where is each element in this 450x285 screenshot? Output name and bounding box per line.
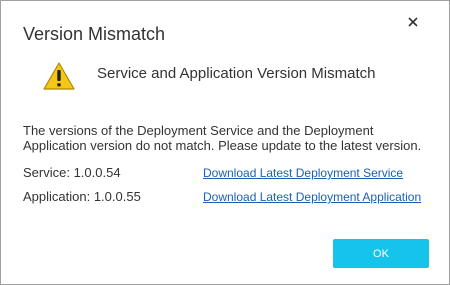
dialog-subtitle: Service and Application Version Mismatch	[97, 65, 376, 82]
service-version-label: Service: 1.0.0.54	[23, 165, 121, 180]
ok-button[interactable]: OK	[333, 239, 429, 268]
close-button[interactable]	[405, 14, 421, 30]
warning-icon	[42, 61, 76, 91]
dialog-title: Version Mismatch	[23, 24, 166, 44]
application-version-label: Application: 1.0.0.55	[23, 189, 141, 204]
version-mismatch-dialog: Version Mismatch Service and Application…	[0, 0, 450, 285]
mismatch-message: The versions of the Deployment Service a…	[23, 123, 422, 153]
download-application-link[interactable]: Download Latest Deployment Application	[203, 189, 421, 205]
download-service-link[interactable]: Download Latest Deployment Service	[203, 165, 403, 181]
close-icon	[408, 17, 418, 27]
